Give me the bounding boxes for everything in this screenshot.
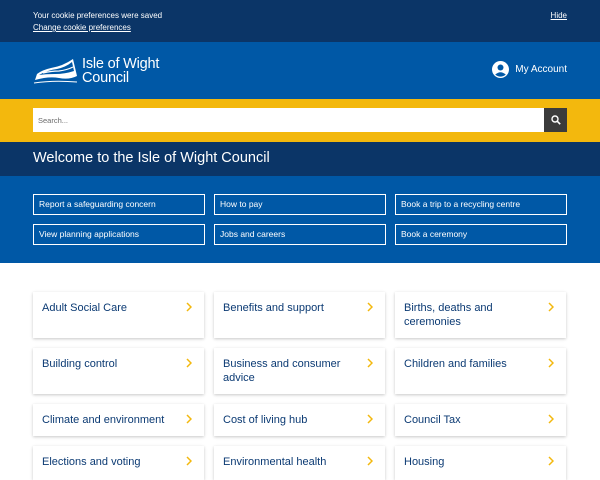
quick-link-book-ceremony[interactable]: Book a ceremony xyxy=(395,224,567,245)
chevron-right-icon xyxy=(367,414,373,424)
chevron-right-icon xyxy=(367,302,373,312)
chevron-right-icon xyxy=(186,358,192,368)
service-card-label: Children and families xyxy=(404,358,507,370)
chevron-right-icon xyxy=(367,456,373,466)
logo-name-line2: Council xyxy=(82,70,129,86)
search-band xyxy=(0,99,600,142)
chevron-right-icon xyxy=(548,456,554,466)
service-card-label: Cost of living hub xyxy=(223,414,308,426)
page-title: Welcome to the Isle of Wight Council xyxy=(33,150,270,166)
service-card-climate-environment[interactable]: Climate and environment xyxy=(33,404,204,436)
service-card-label: Business and consumer advice xyxy=(223,358,341,384)
service-card-label: Housing xyxy=(404,456,445,468)
quick-link-how-to-pay[interactable]: How to pay xyxy=(214,194,386,215)
my-account-label: My Account xyxy=(515,64,567,75)
search-button[interactable] xyxy=(544,108,567,132)
service-card-births-deaths-ceremonies[interactable]: Births, deaths and ceremonies xyxy=(395,292,566,338)
cookie-banner: Your cookie preferences were saved Chang… xyxy=(0,0,600,42)
service-card-label: Climate and environment xyxy=(42,414,165,426)
sail-logo-icon xyxy=(33,59,78,84)
council-logo[interactable]: Isle of Wight Council xyxy=(33,54,159,88)
chevron-right-icon xyxy=(548,414,554,424)
my-account-link[interactable]: My Account xyxy=(492,61,567,78)
quick-links-band: Report a safeguarding concern How to pay… xyxy=(0,176,600,263)
quick-link-jobs-careers[interactable]: Jobs and careers xyxy=(214,224,386,245)
service-card-label: Council Tax xyxy=(404,414,461,426)
logo-name-line1: Isle of Wight xyxy=(82,56,160,72)
quick-link-planning-applications[interactable]: View planning applications xyxy=(33,224,205,245)
service-card-adult-social-care[interactable]: Adult Social Care xyxy=(33,292,204,338)
user-account-icon xyxy=(492,61,510,78)
quick-link-book-recycling-trip[interactable]: Book a trip to a recycling centre xyxy=(395,194,567,215)
chevron-right-icon xyxy=(548,358,554,368)
hide-cookie-banner-link[interactable]: Hide xyxy=(551,11,567,20)
chevron-right-icon xyxy=(186,456,192,466)
change-cookie-preferences-link[interactable]: Change cookie preferences xyxy=(33,23,131,32)
chevron-right-icon xyxy=(367,358,373,368)
service-card-label: Building control xyxy=(42,358,118,370)
welcome-band: Welcome to the Isle of Wight Council xyxy=(0,142,600,176)
service-card-business-consumer-advice[interactable]: Business and consumer advice xyxy=(214,348,385,394)
chevron-right-icon xyxy=(186,414,192,424)
service-card-benefits-support[interactable]: Benefits and support xyxy=(214,292,385,338)
service-card-label: Benefits and support xyxy=(223,302,324,314)
search-input[interactable] xyxy=(33,108,544,132)
search-icon xyxy=(550,115,561,125)
chevron-right-icon xyxy=(186,302,192,312)
service-card-elections-voting[interactable]: Elections and voting xyxy=(33,446,204,480)
service-card-label: Elections and voting xyxy=(42,456,141,468)
service-card-environmental-health[interactable]: Environmental health xyxy=(214,446,385,480)
service-card-label: Environmental health xyxy=(223,456,327,468)
service-card-housing[interactable]: Housing xyxy=(395,446,566,480)
quick-link-report-safeguarding[interactable]: Report a safeguarding concern xyxy=(33,194,205,215)
service-card-children-families[interactable]: Children and families xyxy=(395,348,566,394)
cookie-message: Your cookie preferences were saved xyxy=(33,11,163,20)
service-card-council-tax[interactable]: Council Tax xyxy=(395,404,566,436)
service-card-building-control[interactable]: Building control xyxy=(33,348,204,394)
chevron-right-icon xyxy=(548,302,554,312)
service-card-cost-of-living[interactable]: Cost of living hub xyxy=(214,404,385,436)
service-card-label: Births, deaths and ceremonies xyxy=(404,302,493,328)
site-header: Isle of Wight Council My Account xyxy=(0,42,600,99)
service-card-label: Adult Social Care xyxy=(42,302,127,314)
